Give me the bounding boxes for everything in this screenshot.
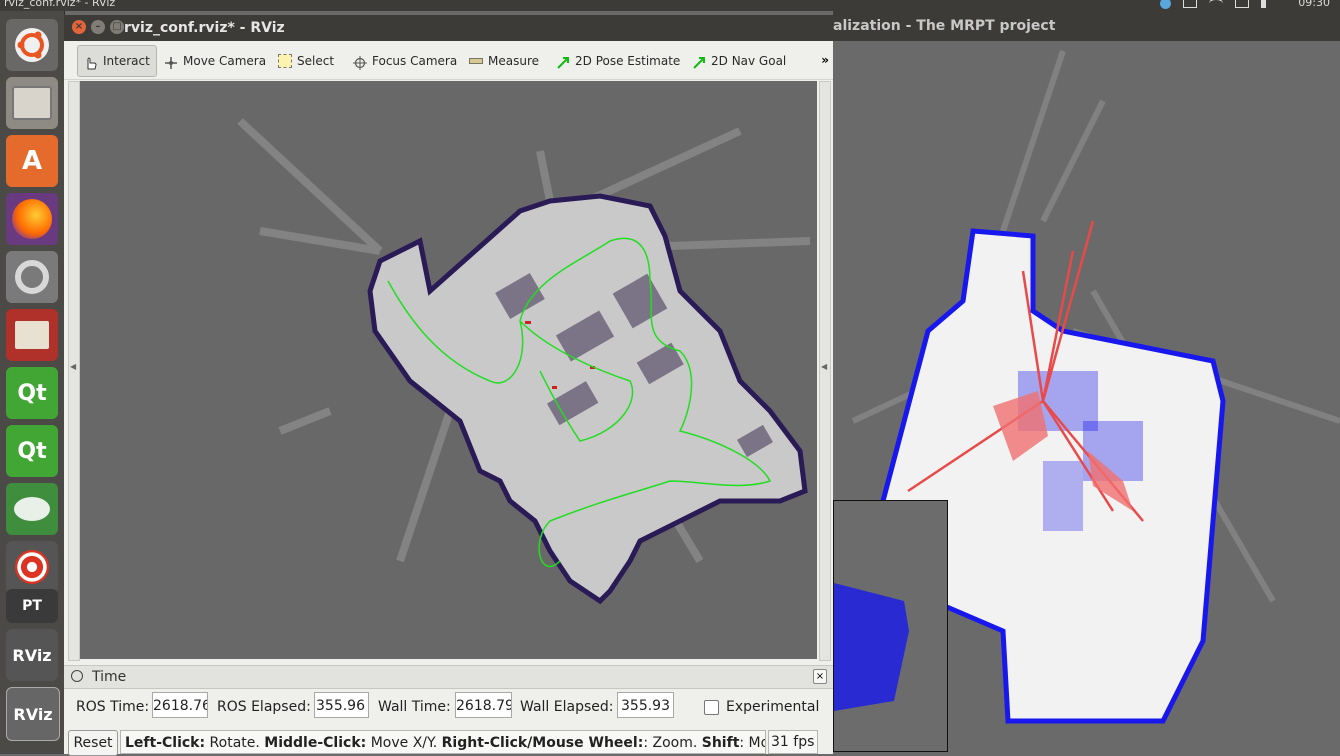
experimental-label: Experimental	[726, 699, 820, 715]
time-panel: ROS Time: 2618.76 ROS Elapsed: 355.96 Wa…	[64, 688, 833, 726]
ros-time-label: ROS Time:	[76, 699, 150, 715]
wifi-icon[interactable]	[1209, 0, 1223, 10]
text-editor-icon[interactable]	[6, 309, 58, 361]
mrpt-inset-view[interactable]	[833, 500, 948, 752]
ruler-icon	[469, 58, 483, 64]
rviz-title-text: rviz_conf.rviz* - RViz	[124, 20, 285, 36]
telegram-icon[interactable]	[1160, 0, 1171, 9]
rviz-icon-1[interactable]: RViz	[6, 629, 58, 681]
close-panel-icon[interactable]: ×	[813, 669, 827, 684]
interact-tool-button[interactable]: Interact	[77, 45, 157, 77]
system-tray	[1160, 0, 1280, 10]
toolbar-overflow-button[interactable]: »	[821, 53, 829, 67]
active-window-title: rviz_conf.rviz* - RViz	[4, 0, 116, 9]
wall-elapsed-field[interactable]: 355.93	[617, 692, 674, 718]
selection-box-icon	[278, 54, 292, 68]
clock[interactable]: 09:30	[1298, 0, 1330, 8]
app-red-icon[interactable]	[6, 541, 58, 593]
status-bar: Reset Left-Click: Rotate. Middle-Click: …	[64, 728, 833, 756]
wall-time-label: Wall Time:	[378, 699, 451, 715]
volume-icon[interactable]	[1261, 0, 1280, 8]
clock-icon	[71, 670, 83, 682]
qt-assistant-icon[interactable]: Qt	[6, 367, 58, 419]
move-camera-tool-button[interactable]: Move Camera	[164, 49, 266, 73]
rviz-3d-viewport[interactable]	[80, 81, 817, 659]
settings-icon[interactable]	[6, 251, 58, 303]
top-panel: rviz_conf.rviz* - RViz 09:30	[0, 0, 1340, 11]
measure-tool-button[interactable]: Measure	[469, 49, 539, 73]
files-icon[interactable]	[6, 77, 58, 129]
nav-goal-tool-button[interactable]: 2D Nav Goal	[692, 49, 786, 73]
close-window-button[interactable]: ×	[72, 20, 86, 34]
software-center-icon[interactable]: A	[6, 135, 58, 187]
time-panel-title: Time	[92, 669, 127, 685]
firefox-icon[interactable]	[6, 193, 58, 245]
wall-elapsed-label: Wall Elapsed:	[520, 699, 614, 715]
mrpt-window-title[interactable]: alization - The MRPT project	[833, 11, 1340, 41]
pose-estimate-tool-button[interactable]: 2D Pose Estimate	[556, 49, 680, 73]
green-arrow-icon	[556, 54, 570, 69]
mrpt-inset-graphic	[834, 583, 909, 711]
battery-icon[interactable]	[1235, 0, 1249, 8]
hand-pointer-icon	[84, 54, 98, 70]
crosshair-icon	[353, 54, 367, 70]
occupancy-map-graphic	[237, 118, 811, 605]
left-dock-handle[interactable]: ◀	[68, 81, 80, 661]
ros-time-field[interactable]: 2618.76	[152, 692, 208, 718]
maximize-window-button[interactable]: □	[110, 20, 124, 34]
ros-elapsed-field[interactable]: 355.96	[314, 692, 369, 718]
focus-camera-tool-button[interactable]: Focus Camera	[353, 49, 457, 73]
reset-button[interactable]: Reset	[68, 730, 118, 756]
rviz-toolbar: Interact Move Camera Select Focus Camera…	[64, 41, 833, 80]
move-arrows-icon	[164, 54, 178, 69]
pt-icon[interactable]: PT	[6, 589, 58, 623]
green-arrow-icon	[692, 54, 706, 69]
launcher: A Qt Qt PT RViz RViz	[0, 11, 65, 754]
experimental-checkbox[interactable]	[704, 700, 719, 715]
rviz-window: × – □ rviz_conf.rviz* - RViz Interact Mo…	[64, 15, 833, 756]
ros-elapsed-label: ROS Elapsed:	[217, 699, 311, 715]
rviz-icon-2[interactable]: RViz	[6, 687, 60, 741]
qt-creator-icon[interactable]: Qt	[6, 425, 58, 477]
keyboard-icon[interactable]	[1183, 0, 1197, 8]
ubuntu-dash-icon[interactable]	[6, 19, 58, 71]
minimize-window-button[interactable]: –	[91, 20, 105, 34]
fps-counter: 31 fps	[768, 730, 818, 754]
right-dock-handle[interactable]: ◀	[819, 81, 831, 661]
app-icon[interactable]	[6, 483, 58, 535]
time-panel-header: Time ×	[64, 665, 833, 689]
wall-time-field[interactable]: 2618.79	[455, 692, 512, 718]
rviz-titlebar[interactable]: × – □ rviz_conf.rviz* - RViz	[64, 15, 833, 41]
help-text: Left-Click: Rotate. Middle-Click: Move X…	[120, 730, 766, 754]
select-tool-button[interactable]: Select	[278, 49, 334, 73]
